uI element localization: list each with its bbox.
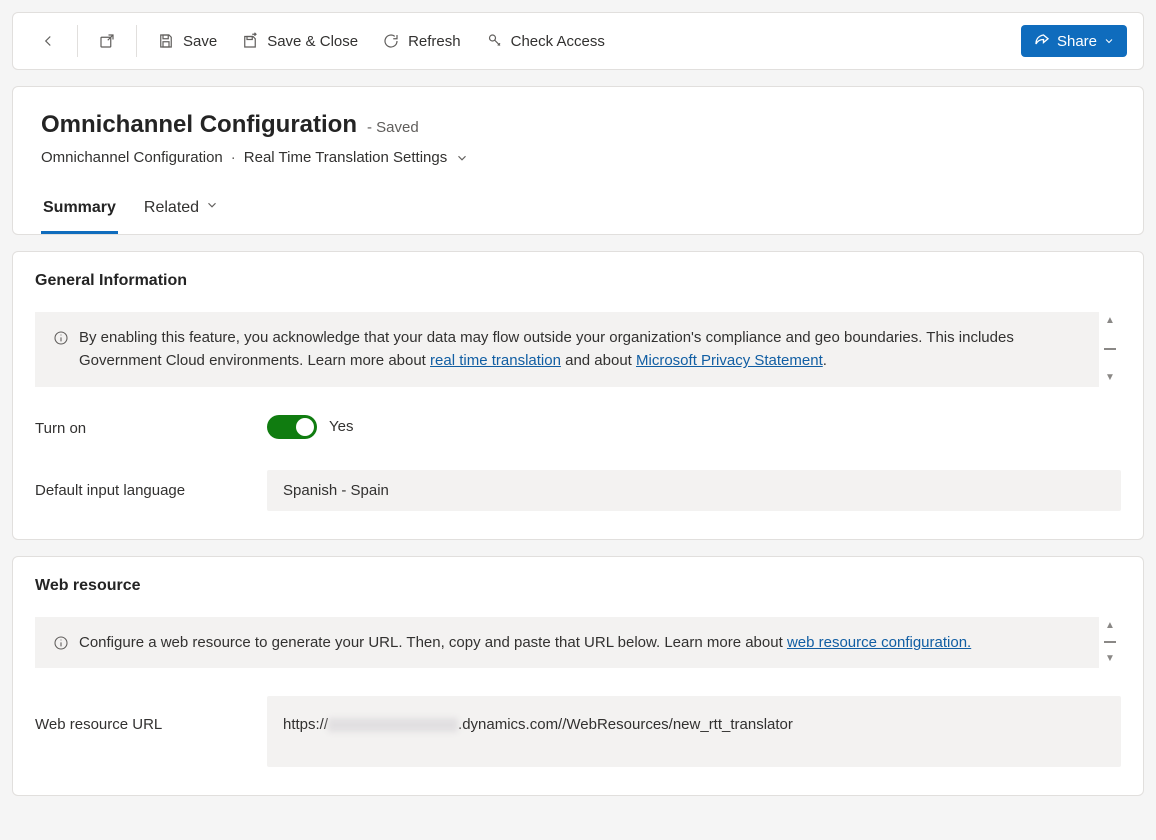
chevron-down-icon <box>205 198 219 217</box>
breadcrumb-separator: · <box>231 149 236 166</box>
check-access-icon <box>485 32 503 50</box>
share-label: Share <box>1057 33 1097 50</box>
redacted-org <box>328 718 458 732</box>
turn-on-value: Yes <box>329 418 353 435</box>
tab-list: Summary Related <box>41 188 1115 234</box>
scroll-handle[interactable] <box>1104 348 1116 350</box>
tab-related[interactable]: Related <box>142 188 221 234</box>
save-close-button[interactable]: Save & Close <box>231 24 368 58</box>
scroll-indicator[interactable]: ▲ ▼ <box>1099 312 1121 387</box>
section-title: Web resource <box>35 577 1121 595</box>
tab-summary[interactable]: Summary <box>41 188 118 234</box>
refresh-icon <box>382 32 400 50</box>
url-suffix: .dynamics.com//WebResources/new_rtt_tran… <box>458 716 793 733</box>
back-arrow-icon <box>39 32 57 50</box>
save-button[interactable]: Save <box>147 24 227 58</box>
chevron-down-icon[interactable] <box>455 151 469 165</box>
info-icon <box>53 635 69 651</box>
link-privacy-statement[interactable]: Microsoft Privacy Statement <box>636 352 823 369</box>
page-title: Omnichannel Configuration <box>41 111 357 139</box>
scroll-down-icon[interactable]: ▼ <box>1105 654 1115 664</box>
popout-icon <box>98 32 116 50</box>
info-banner: By enabling this feature, you acknowledg… <box>35 312 1099 387</box>
default-language-value[interactable]: Spanish - Spain <box>267 470 1121 511</box>
tab-summary-label: Summary <box>43 199 116 217</box>
command-bar: Save Save & Close Refresh Check Access S… <box>12 12 1144 70</box>
breadcrumb-form-name[interactable]: Real Time Translation Settings <box>244 149 447 166</box>
chevron-down-icon <box>1103 35 1115 47</box>
scroll-down-icon[interactable]: ▼ <box>1105 373 1115 383</box>
web-resource-url-label: Web resource URL <box>35 696 267 733</box>
info-banner: Configure a web resource to generate you… <box>35 617 1099 668</box>
link-real-time-translation[interactable]: real time translation <box>430 352 561 369</box>
default-language-label: Default input language <box>35 482 267 499</box>
link-web-resource-configuration[interactable]: web resource configuration. <box>787 634 971 651</box>
scroll-up-icon[interactable]: ▲ <box>1105 316 1115 326</box>
info-icon <box>53 330 69 346</box>
section-title: General Information <box>35 272 1121 290</box>
check-access-button[interactable]: Check Access <box>475 24 615 58</box>
web-resource-url-input[interactable]: https:// .dynamics.com//WebResources/new_… <box>267 696 1121 767</box>
toggle-knob <box>296 418 314 436</box>
scroll-up-icon[interactable]: ▲ <box>1105 621 1115 631</box>
section-general-information: General Information By enabling this fea… <box>12 251 1144 540</box>
saved-status: - Saved <box>367 119 419 136</box>
save-icon <box>157 32 175 50</box>
back-button[interactable] <box>29 24 67 58</box>
save-label: Save <box>183 33 217 50</box>
open-new-window-button[interactable] <box>88 24 126 58</box>
share-button[interactable]: Share <box>1021 25 1127 57</box>
check-access-label: Check Access <box>511 33 605 50</box>
scroll-indicator[interactable]: ▲ ▼ <box>1099 617 1121 668</box>
breadcrumb-entity: Omnichannel Configuration <box>41 149 223 166</box>
refresh-button[interactable]: Refresh <box>372 24 471 58</box>
field-turn-on: Turn on Yes <box>35 415 1121 442</box>
url-prefix: https:// <box>283 716 328 733</box>
info-banner-text: By enabling this feature, you acknowledg… <box>79 326 1081 373</box>
separator <box>77 25 78 57</box>
turn-on-label: Turn on <box>35 420 267 437</box>
scroll-handle[interactable] <box>1104 641 1116 643</box>
save-close-icon <box>241 32 259 50</box>
field-web-resource-url: Web resource URL https:// .dynamics.com//… <box>35 696 1121 767</box>
turn-on-toggle[interactable] <box>267 415 317 439</box>
field-default-input-language: Default input language Spanish - Spain <box>35 470 1121 511</box>
breadcrumb: Omnichannel Configuration · Real Time Tr… <box>41 149 1115 166</box>
record-header: Omnichannel Configuration - Saved Omnich… <box>12 86 1144 235</box>
info-banner-text: Configure a web resource to generate you… <box>79 631 971 654</box>
share-icon <box>1033 32 1051 50</box>
separator <box>136 25 137 57</box>
save-close-label: Save & Close <box>267 33 358 50</box>
refresh-label: Refresh <box>408 33 461 50</box>
section-web-resource: Web resource Configure a web resource to… <box>12 556 1144 796</box>
tab-related-label: Related <box>144 199 199 217</box>
